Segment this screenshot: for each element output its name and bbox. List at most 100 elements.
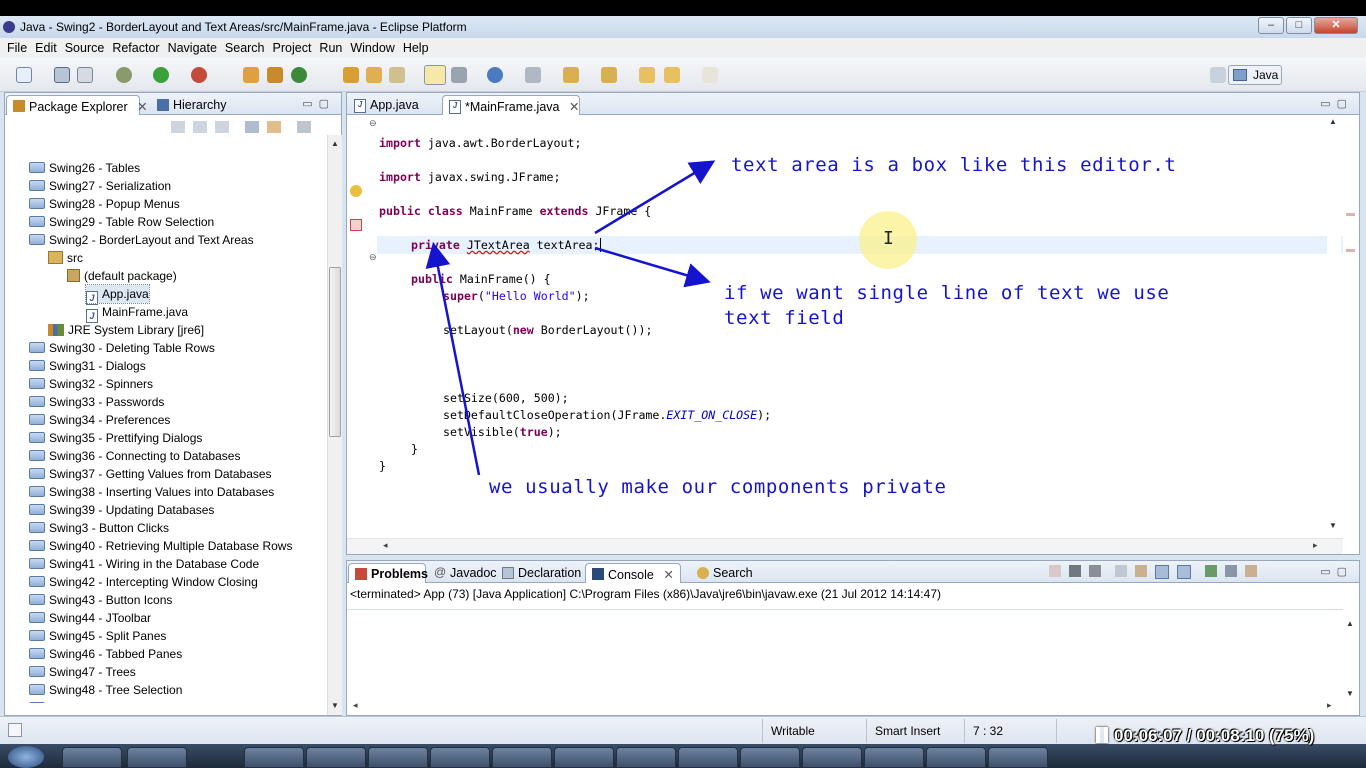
forward-nav-icon[interactable] (193, 121, 207, 133)
debug-icon[interactable] (116, 67, 132, 83)
tree-item[interactable]: Swing37 - Getting Values from Databases (29, 465, 272, 483)
tree-item[interactable]: Swing48 - Tree Selection (29, 681, 182, 699)
search-tool-icon[interactable] (389, 67, 405, 83)
new-class-icon[interactable] (291, 67, 307, 83)
maximize-button[interactable]: □ (1286, 17, 1312, 34)
tree-item[interactable]: Swing42 - Intercepting Window Closing (29, 573, 258, 591)
last-edit-icon[interactable] (639, 67, 655, 83)
forward-icon[interactable] (702, 67, 718, 83)
close-tab-icon[interactable]: ✕ (137, 100, 147, 114)
tree-item[interactable]: Swing31 - Dialogs (29, 357, 146, 375)
taskbar-button[interactable] (802, 747, 862, 768)
tree-item[interactable]: Swing47 - Trees (29, 663, 136, 681)
tree-item[interactable]: src (48, 249, 83, 267)
tab-javadoc[interactable]: @ Javadoc (428, 563, 503, 583)
taskbar-button[interactable] (62, 747, 122, 768)
taskbar-button[interactable] (926, 747, 986, 768)
fast-view-icon[interactable] (8, 723, 22, 737)
collapse-all-icon[interactable] (245, 121, 259, 133)
explorer-scrollbar[interactable]: ▲ ▼ (327, 135, 342, 715)
scroll-lock-icon[interactable] (1135, 565, 1147, 577)
taskbar-button[interactable] (430, 747, 490, 768)
next-annotation-icon[interactable] (563, 67, 579, 83)
taskbar-button[interactable] (988, 747, 1048, 768)
menu-project[interactable]: Project (269, 38, 316, 58)
save-icon[interactable] (54, 67, 70, 83)
toggle-block-icon[interactable] (525, 67, 541, 83)
tree-item[interactable]: Swing43 - Button Icons (29, 591, 172, 609)
tree-item[interactable]: J App.java (85, 284, 150, 305)
open-console-icon[interactable] (1245, 565, 1257, 577)
explorer-scroll-thumb[interactable] (329, 267, 341, 437)
taskbar-button[interactable] (616, 747, 676, 768)
open-type-icon[interactable] (343, 67, 359, 83)
taskbar-button[interactable] (740, 747, 800, 768)
explorer-min-max-icons[interactable]: ▭▢ (302, 97, 335, 110)
tree-item[interactable]: Swing26 - Tables (29, 159, 140, 177)
taskbar-button[interactable] (306, 747, 366, 768)
tree-item[interactable]: Swing30 - Deleting Table Rows (29, 339, 215, 357)
tree-item[interactable]: JRE System Library [jre6] (48, 321, 204, 339)
tree-item[interactable]: J MainFrame.java (86, 303, 188, 323)
tab-package-explorer[interactable]: Package Explorer ✕ (6, 95, 148, 115)
menu-source[interactable]: Source (61, 38, 109, 58)
taskbar-button[interactable] (492, 747, 552, 768)
globe-icon[interactable] (487, 67, 503, 83)
tree-item[interactable]: Swing44 - JToolbar (29, 609, 151, 627)
new-icon[interactable] (16, 67, 32, 83)
taskbar-button[interactable] (554, 747, 614, 768)
tree-item[interactable]: Swing36 - Connecting to Databases (29, 447, 240, 465)
scroll-up-icon[interactable]: ▲ (1346, 619, 1354, 628)
tab-declaration[interactable]: Declaration (496, 563, 587, 583)
tree-item[interactable]: Swing35 - Prettifying Dialogs (29, 429, 202, 447)
tree-item[interactable]: Swing39 - Updating Databases (29, 501, 214, 519)
tab-search[interactable]: Search (691, 563, 759, 583)
show-on-stdout-icon[interactable] (1155, 565, 1169, 579)
menu-run[interactable]: Run (315, 38, 346, 58)
tree-item[interactable]: Swing34 - Preferences (29, 411, 170, 429)
run-icon[interactable] (153, 67, 169, 83)
tree-item[interactable]: Swing32 - Spinners (29, 375, 153, 393)
clear-console-icon[interactable] (1115, 565, 1127, 577)
tree-item[interactable]: Swing3 - Button Clicks (29, 519, 169, 537)
menu-window[interactable]: Window (346, 38, 398, 58)
start-button-icon[interactable] (8, 746, 44, 768)
print-icon[interactable] (77, 67, 93, 83)
link-with-editor-icon[interactable] (267, 121, 281, 133)
scroll-up-icon[interactable]: ▲ (331, 139, 339, 148)
java-perspective-button[interactable]: Java (1228, 65, 1282, 85)
tree-item[interactable]: Swing29 - Table Row Selection (29, 213, 214, 231)
view-menu-icon[interactable] (297, 121, 311, 133)
show-whitespace-icon[interactable] (451, 67, 467, 83)
menu-refactor[interactable]: Refactor (108, 38, 163, 58)
tab-console[interactable]: Console ✕ (585, 563, 681, 583)
previous-annotation-icon[interactable] (601, 67, 617, 83)
scroll-right-icon[interactable]: ▸ (1327, 700, 1332, 711)
external-tools-icon[interactable] (191, 67, 207, 83)
close-button[interactable]: ✕ (1314, 17, 1358, 34)
show-on-stderr-icon[interactable] (1177, 565, 1191, 579)
menu-help[interactable]: Help (399, 38, 433, 58)
new-java-project-icon[interactable] (243, 67, 259, 83)
pin-console-icon[interactable] (1205, 565, 1217, 577)
scroll-left-icon[interactable]: ◂ (353, 700, 358, 711)
taskbar-button[interactable] (678, 747, 738, 768)
pause-icon[interactable] (1096, 727, 1108, 743)
remove-all-terminated-icon[interactable] (1089, 565, 1101, 577)
menu-navigate[interactable]: Navigate (164, 38, 221, 58)
console-scrollbar[interactable]: ▲ ▼ (1343, 609, 1359, 715)
scroll-down-icon[interactable]: ▼ (1346, 689, 1354, 698)
tree-item[interactable]: Swing45 - Split Panes (29, 627, 166, 645)
open-perspective-icon[interactable] (1210, 67, 1226, 83)
terminate-icon[interactable] (1049, 565, 1061, 577)
tree-item[interactable]: Swing40 - Retrieving Multiple Database R… (29, 537, 292, 555)
close-tab-icon[interactable]: ✕ (663, 568, 673, 582)
menu-search[interactable]: Search (221, 38, 269, 58)
tree-item[interactable]: Swing28 - Popup Menus (29, 195, 180, 213)
back-icon[interactable] (664, 67, 680, 83)
tree-item[interactable]: (default package) (67, 267, 177, 285)
tree-item[interactable]: Swing49 - Associating Data with Tree Nod… (29, 699, 285, 703)
taskbar-button[interactable] (127, 747, 187, 768)
mark-occurrences-icon[interactable] (424, 65, 446, 85)
tree-item[interactable]: Swing38 - Inserting Values into Database… (29, 483, 274, 501)
